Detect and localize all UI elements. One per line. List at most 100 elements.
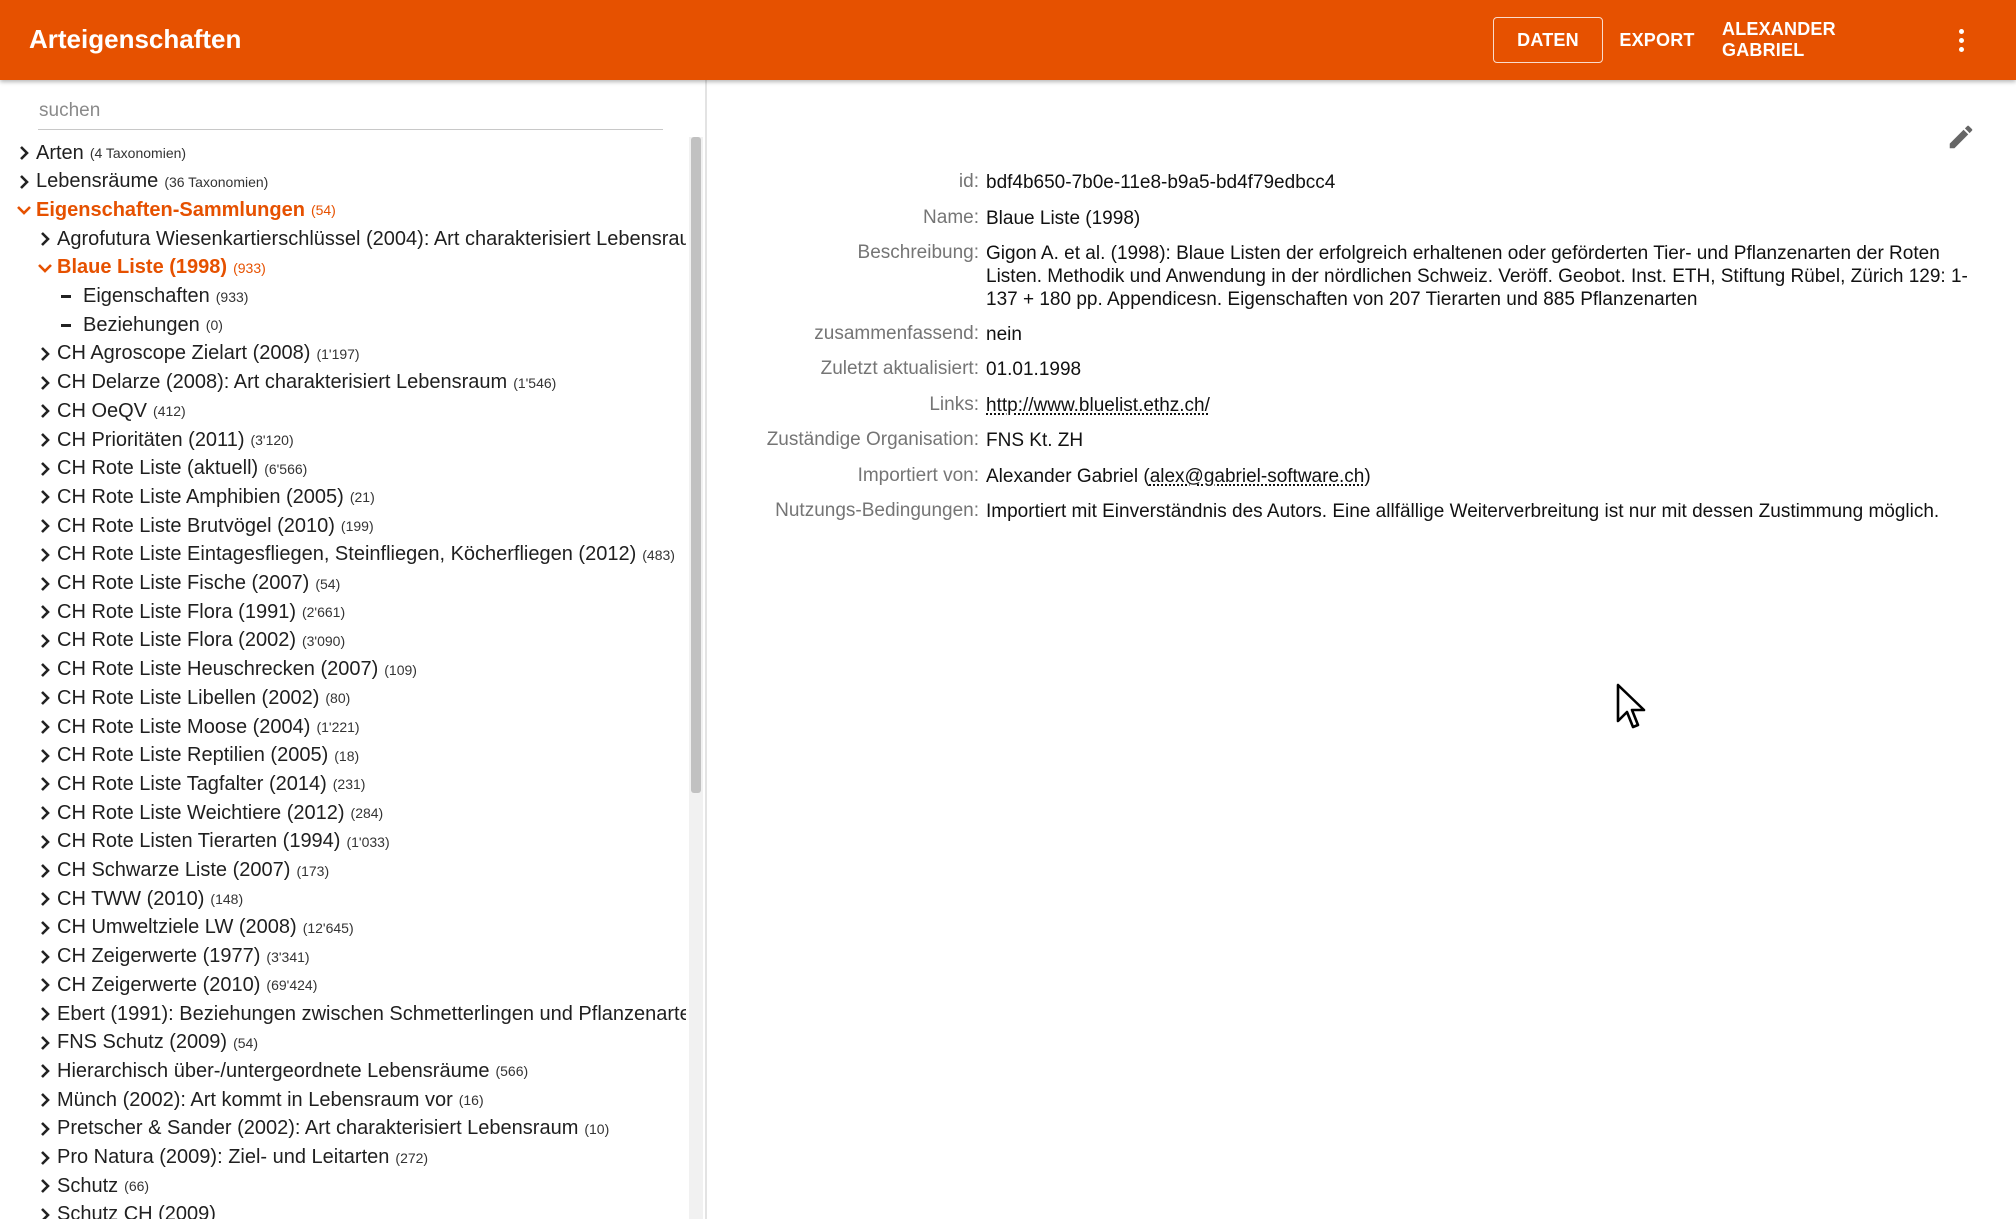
tree-node-count: (54) xyxy=(315,575,341,592)
app-title: Arteigenschaften xyxy=(29,24,242,54)
tree-node[interactable]: CH Rote Liste Brutvögel (2010) (199) xyxy=(36,512,374,540)
tree-node-label: Eigenschaften-Sammlungen xyxy=(36,198,305,221)
tree-node[interactable]: Münch (2002): Art kommt in Lebensraum vo… xyxy=(36,1086,484,1114)
chevron-right-icon xyxy=(20,174,29,189)
tree-node[interactable]: Schutz (66) xyxy=(36,1172,149,1200)
tree-node[interactable]: CH Rote Liste Libellen (2002) (80) xyxy=(36,684,350,712)
tree-node[interactable]: CH Rote Liste Fische (2007) (54) xyxy=(36,570,340,598)
chevron-right-icon xyxy=(41,490,50,505)
tree-node[interactable]: CH Rote Liste Flora (2002) (3'090) xyxy=(36,627,345,655)
tree-node[interactable]: CH Rote Liste Amphibien (2005) (21) xyxy=(36,483,375,511)
tree-node[interactable]: Ebert (1991): Beziehungen zwischen Schme… xyxy=(36,1000,686,1028)
pencil-icon[interactable] xyxy=(1946,122,1976,152)
tree-node[interactable]: CH Zeigerwerte (2010) (69'424) xyxy=(36,971,317,999)
tree-node[interactable]: CH Prioritäten (2011) (3'120) xyxy=(36,426,294,454)
tree-node-label: Blaue Liste (1998) xyxy=(57,256,228,279)
tree-node-label: CH Rote Liste Flora (1991) xyxy=(57,600,296,623)
field-label: Zuständige Organisation: xyxy=(766,429,979,450)
tree-node[interactable]: CH Agroscope Zielart (2008) (1'197) xyxy=(36,340,360,368)
tree-node-count: (54) xyxy=(233,1034,258,1051)
tree-node-eigenschaften-sammlungen[interactable]: Eigenschaften-Sammlungen (54) xyxy=(15,196,336,224)
tree-node-lebensraeume[interactable]: Lebensräume (36 Taxonomien) xyxy=(15,168,268,196)
tree-node-count: (10) xyxy=(584,1120,610,1137)
tree-node[interactable]: CH Rote Liste Weichtiere (2012) (284) xyxy=(36,799,383,827)
tree: Arten (4 Taxonomien) Lebensräume (36 Taxon… xyxy=(0,139,686,1219)
field-label: Links: xyxy=(929,394,979,415)
chevron-right-icon xyxy=(41,1150,50,1165)
tree-node-count: (69'424) xyxy=(266,977,318,994)
tree-node-label: Lebensräume xyxy=(36,170,159,193)
tree-node[interactable]: Pro Natura (2009): Ziel- und Leitarten (2… xyxy=(36,1144,428,1172)
nav-daten-button[interactable]: DATEN xyxy=(1493,17,1603,63)
tree-node-count: (199) xyxy=(340,518,374,535)
tree-node[interactable]: CH Rote Liste Flora (1991) (2'661) xyxy=(36,598,345,626)
more-vert-icon[interactable] xyxy=(1944,17,1978,63)
tree-node-label: Münch (2002): Art kommt in Lebensraum vo… xyxy=(57,1088,453,1111)
tree-node-count: (3'090) xyxy=(301,632,346,649)
tree-node-label: CH Rote Liste Weichtiere (2012) xyxy=(57,801,345,824)
chevron-right-icon xyxy=(41,519,50,534)
tree-node[interactable]: CH Rote Liste Tagfalter (2014) (231) xyxy=(36,770,365,798)
chevron-right-icon xyxy=(41,346,50,361)
tree-node-label: Pro Natura (2009): Ziel- und Leitarten xyxy=(57,1146,390,1168)
tree-node[interactable]: CH Delarze (2008): Art charakterisiert L… xyxy=(36,369,556,397)
search-input[interactable] xyxy=(38,92,663,130)
chevron-right-icon xyxy=(41,777,50,792)
tree-node[interactable]: CH Rote Liste Eintagesfliegen, Steinflie… xyxy=(36,541,675,569)
tree-node[interactable]: CH OeQV (412) xyxy=(36,397,186,425)
chevron-right-icon xyxy=(41,375,50,390)
tree-node[interactable]: Schutz CH (2009) xyxy=(36,1201,222,1219)
tree-node[interactable]: CH Rote Liste Reptilien (2005) (18) xyxy=(36,742,359,770)
chevron-right-icon xyxy=(41,1064,50,1079)
field-links: Links: http://www.bluelist.ethz.ch/ xyxy=(720,394,1980,420)
tree-node-label: Ebert (1991): Beziehungen zwischen Schme… xyxy=(57,1002,686,1025)
field-organisation: Zuständige Organisation: FNS Kt. ZH xyxy=(720,429,1980,455)
tree-node-arten[interactable]: Arten (4 Taxonomien) xyxy=(15,139,186,167)
field-value: nein xyxy=(986,324,1022,345)
tree-node[interactable]: CH Umweltziele LW (2008) (12'645) xyxy=(36,914,354,942)
field-value: Importiert mit Einverständnis des Autors… xyxy=(986,501,1940,522)
tree-node[interactable]: CH Rote Liste Moose (2004) (1'221) xyxy=(36,713,360,741)
link-bluelist[interactable]: http://www.bluelist.ethz.ch/ xyxy=(986,394,1210,417)
tree-node[interactable]: FNS Schutz (2009) (54) xyxy=(36,1029,258,1057)
tree-node[interactable]: CH Rote Liste (aktuell) (6'566) xyxy=(36,455,307,483)
chevron-right-icon xyxy=(41,404,50,419)
tree-node-count: (566) xyxy=(495,1063,529,1080)
email-link[interactable]: alex@gabriel-software.ch xyxy=(1150,466,1365,487)
dash-icon xyxy=(61,295,71,298)
tree-node-eigenschaften[interactable]: Eigenschaften (933) xyxy=(57,283,248,311)
scrollbar-thumb[interactable] xyxy=(691,137,701,793)
tree-node[interactable]: CH Rote Liste Heuschrecken (2007) (109) xyxy=(36,656,417,684)
tree-scrollbar[interactable] xyxy=(689,137,703,1219)
chevron-right-icon xyxy=(41,863,50,878)
tree-node-blaue-liste[interactable]: Blaue Liste (1998) (933) xyxy=(36,254,266,282)
app-bar: Arteigenschaften DATEN EXPORT ALEXANDER … xyxy=(0,0,2016,80)
tree-node-agrofutura[interactable]: Agrofutura Wiesenkartierschlüssel (2004)… xyxy=(36,225,686,253)
tree-node-count: (1'033) xyxy=(346,833,390,850)
tree-node[interactable]: CH Rote Listen Tierarten (1994) (1'033) xyxy=(36,828,390,856)
tree-node-label: CH Rote Liste Amphibien (2005) xyxy=(57,485,344,508)
chevron-down-icon xyxy=(38,263,52,273)
tree-node-count: (54) xyxy=(310,202,336,219)
tree-node-label: CH Rote Listen Tierarten (1994) xyxy=(57,830,341,853)
chevron-right-icon xyxy=(20,146,29,160)
tree-node-beziehungen[interactable]: Beziehungen (0) xyxy=(57,311,223,339)
chevron-right-icon xyxy=(41,1207,50,1219)
chevron-right-icon xyxy=(41,720,50,734)
tree-node[interactable]: Hierarchisch über-/untergeordnete Lebens… xyxy=(36,1057,528,1085)
nav-export-button[interactable]: EXPORT xyxy=(1612,17,1702,63)
field-zuletzt-aktualisiert: Zuletzt aktualisiert: 01.01.1998 xyxy=(720,358,1980,384)
tree-node[interactable]: CH Schwarze Liste (2007) (173) xyxy=(36,857,329,885)
tree-node-count: (66) xyxy=(124,1178,150,1195)
tree-node-count: (12'645) xyxy=(302,919,354,936)
nav-user-button[interactable]: ALEXANDER GABRIEL xyxy=(1722,17,1917,63)
tree-node[interactable]: CH Zeigerwerte (1977) (3'341) xyxy=(36,943,310,971)
tree-node-count: (4 Taxonomien) xyxy=(89,145,187,161)
chevron-right-icon xyxy=(41,433,50,447)
field-value: Blaue Liste (1998) xyxy=(986,208,1141,229)
tree-node-count: (2'661) xyxy=(301,604,346,621)
chevron-right-icon xyxy=(41,978,50,993)
field-value: 01.01.1998 xyxy=(986,359,1082,380)
tree-node[interactable]: Pretscher & Sander (2002): Art charakter… xyxy=(36,1115,609,1143)
tree-node[interactable]: CH TWW (2010) (148) xyxy=(36,885,243,913)
